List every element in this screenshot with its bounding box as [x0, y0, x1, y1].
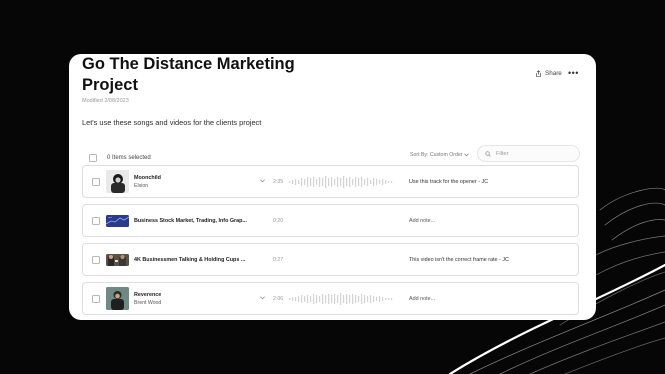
item-note[interactable]: Use this track for the opener - JC [409, 179, 488, 185]
page-title: Go The Distance Marketing Project [82, 55, 295, 94]
filter-input[interactable] [496, 150, 566, 157]
search-icon [485, 150, 491, 157]
track-artist[interactable]: Elsion [134, 183, 148, 189]
track-duration: 0:20 [273, 218, 284, 224]
chevron-down-icon[interactable] [260, 179, 265, 183]
sort-dropdown[interactable]: Sort By: Custom Order [410, 152, 470, 158]
item-note[interactable]: This video isn't the correct frame rate … [409, 257, 509, 263]
track-duration: 0:27 [273, 257, 284, 263]
waveform[interactable] [289, 175, 395, 189]
track-title[interactable]: Business Stock Market, Trading, Info Gra… [134, 218, 247, 224]
chevron-down-icon[interactable] [260, 296, 265, 300]
list-item[interactable]: 4K Businessmen Talking & Holding Cups ..… [82, 243, 579, 276]
video-thumbnail [106, 254, 129, 266]
sort-label: Sort By: Custom Order [410, 152, 463, 158]
item-note[interactable]: Add note... [409, 218, 435, 224]
share-icon [536, 70, 541, 77]
modified-date: Modified 2/08/2023 [82, 98, 129, 104]
album-art-thumbnail [106, 170, 129, 193]
item-checkbox[interactable] [92, 217, 100, 225]
chevron-down-icon [464, 153, 470, 157]
project-description: Let's use these songs and videos for the… [82, 118, 262, 127]
track-title[interactable]: Moonchild [134, 175, 161, 181]
track-duration: 2:06 [273, 296, 284, 302]
selected-count: 0 Items selected [107, 155, 151, 161]
waveform[interactable] [289, 292, 395, 306]
list-item[interactable]: Moonchild Elsion 2:35 Use this track for… [82, 165, 579, 198]
track-title[interactable]: Reverence [134, 292, 161, 298]
item-note[interactable]: Add note... [409, 296, 435, 302]
list-item[interactable]: Reverence Brent Wood 2:06 Add note... [82, 282, 579, 315]
select-all-checkbox[interactable] [89, 154, 97, 162]
track-duration: 2:35 [273, 179, 284, 185]
album-art-thumbnail [106, 287, 129, 310]
item-checkbox[interactable] [92, 256, 100, 264]
item-checkbox[interactable] [92, 178, 100, 186]
share-button[interactable]: Share [535, 70, 562, 77]
item-checkbox[interactable] [92, 295, 100, 303]
share-label: Share [545, 70, 562, 77]
track-artist[interactable]: Brent Wood [134, 300, 161, 306]
track-title[interactable]: 4K Businessmen Talking & Holding Cups ..… [134, 257, 245, 263]
video-thumbnail [106, 215, 129, 227]
list-item[interactable]: Business Stock Market, Trading, Info Gra… [82, 204, 579, 237]
more-options-button[interactable]: ••• [568, 68, 579, 78]
project-card: Go The Distance Marketing Project Modifi… [69, 54, 596, 320]
filter-field[interactable] [477, 145, 580, 162]
